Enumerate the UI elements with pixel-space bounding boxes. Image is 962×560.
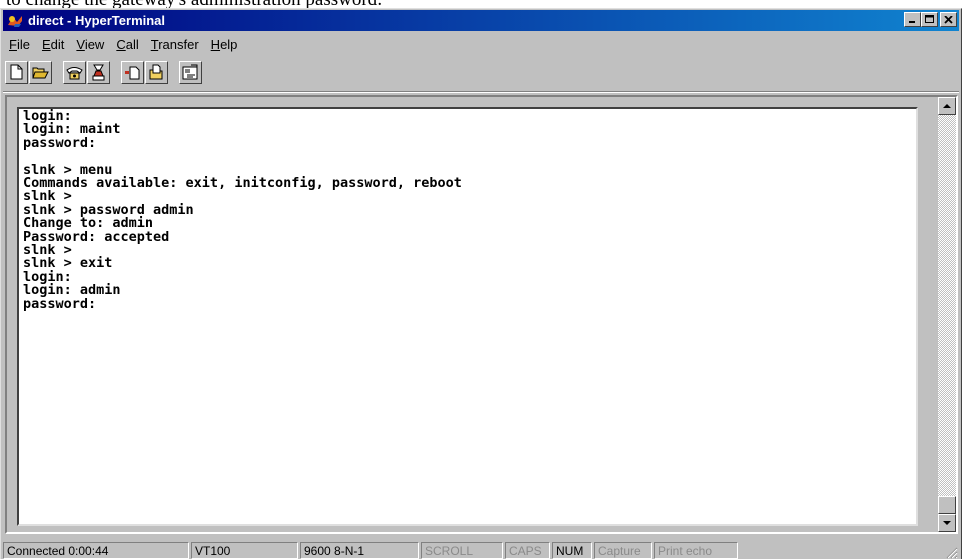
new-button[interactable]	[5, 60, 28, 84]
open-icon	[32, 67, 49, 78]
title-bar[interactable]: direct - HyperTerminal	[3, 10, 959, 31]
send-button[interactable]	[121, 60, 144, 84]
maximize-button[interactable]	[921, 12, 938, 27]
hyperterminal-app-icon[interactable]	[6, 13, 24, 29]
down-arrow-icon	[943, 520, 951, 525]
properties-button[interactable]	[179, 60, 202, 84]
menu-bar: File Edit View Call Transfer Help	[3, 34, 243, 54]
status-bar: Connected 0:00:44 VT100 9600 8-N-1 SCROL…	[3, 540, 959, 560]
properties-icon	[182, 64, 198, 80]
status-scroll: SCROLL	[421, 541, 503, 559]
vertical-scrollbar[interactable]	[938, 97, 956, 532]
terminal-output: login: login: maint password: slnk > men…	[23, 109, 462, 312]
status-connected: Connected 0:00:44	[3, 541, 189, 559]
window-title: direct - HyperTerminal	[28, 13, 166, 28]
menu-file[interactable]: File	[3, 37, 36, 52]
scroll-up-button[interactable]	[938, 97, 956, 115]
disconnect-icon	[92, 64, 105, 80]
terminal-screen[interactable]: login: login: maint password: slnk > men…	[17, 107, 918, 526]
toolbar-separator	[3, 91, 959, 93]
close-button[interactable]	[940, 12, 957, 27]
send-icon	[125, 66, 140, 79]
terminal-line: Commands available: exit, initconfig, pa…	[23, 175, 462, 192]
menu-transfer[interactable]: Transfer	[145, 37, 205, 52]
open-button[interactable]	[29, 60, 52, 84]
receive-icon	[149, 64, 163, 80]
menu-call[interactable]: Call	[110, 37, 144, 52]
new-icon	[10, 64, 23, 80]
status-print-echo: Print echo	[654, 541, 738, 559]
connect-button[interactable]	[63, 60, 86, 84]
up-arrow-icon	[943, 103, 951, 108]
toolbar	[5, 58, 213, 86]
status-capture: Capture	[594, 541, 652, 559]
minimize-button[interactable]	[904, 12, 921, 27]
menu-edit[interactable]: Edit	[36, 37, 70, 52]
scroll-down-button[interactable]	[938, 514, 956, 532]
terminal-line: password:	[23, 134, 97, 151]
status-emulation: VT100	[191, 541, 298, 559]
status-num: NUM	[552, 541, 592, 559]
receive-button[interactable]	[145, 60, 168, 84]
connect-icon	[66, 66, 83, 79]
menu-view[interactable]: View	[70, 37, 110, 52]
maximize-icon	[924, 15, 934, 23]
terminal-line: password:	[23, 295, 97, 312]
hyperterminal-window: direct - HyperTerminal File Edit View Ca…	[0, 8, 962, 559]
terminal-area: login: login: maint password: slnk > men…	[5, 95, 958, 534]
status-port-settings: 9600 8-N-1	[300, 541, 419, 559]
resize-grip-icon[interactable]	[946, 547, 958, 559]
scroll-thumb[interactable]	[938, 496, 956, 514]
minimize-icon	[909, 21, 915, 23]
status-caps: CAPS	[505, 541, 550, 559]
menu-help[interactable]: Help	[205, 37, 244, 52]
close-icon	[944, 15, 953, 24]
disconnect-button[interactable]	[87, 60, 110, 84]
